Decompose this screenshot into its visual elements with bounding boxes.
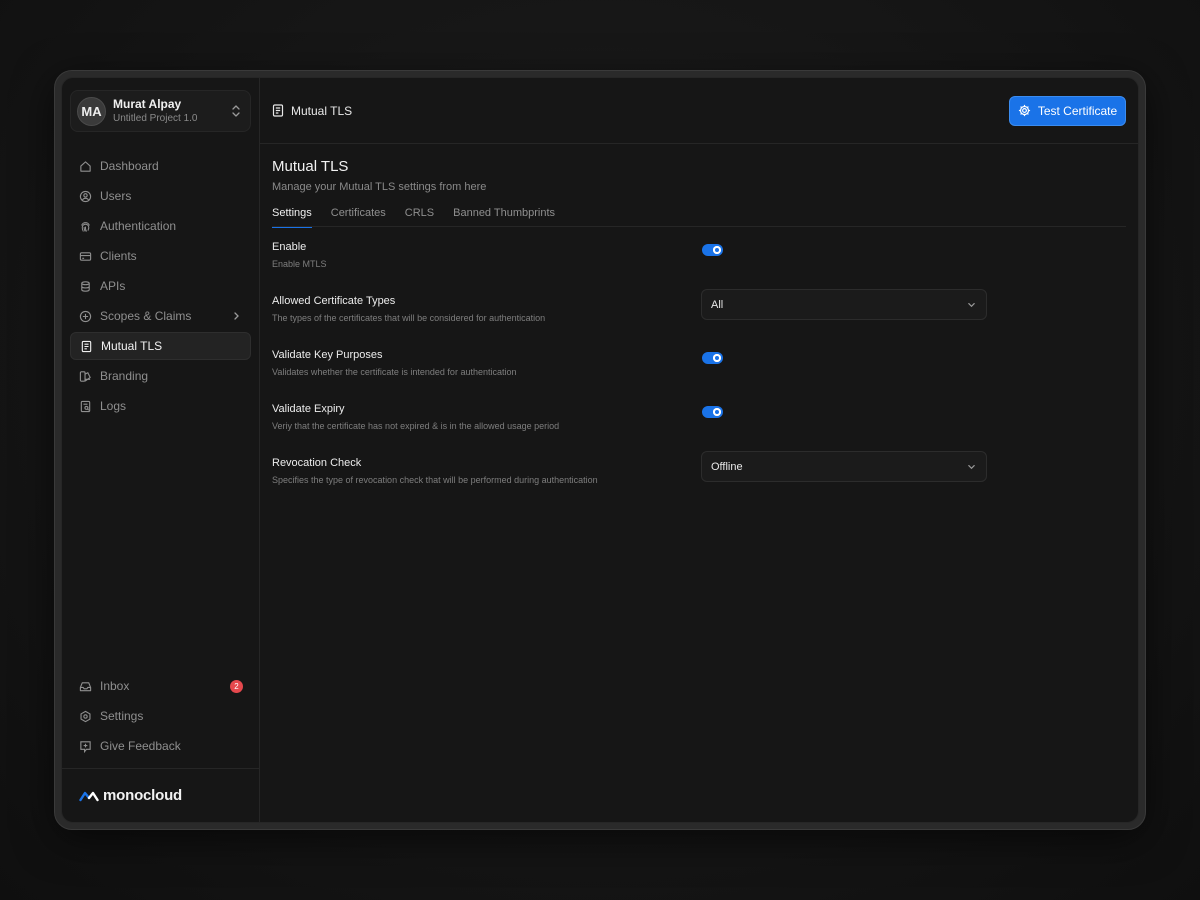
sidebar-item-apis[interactable]: APIs bbox=[70, 272, 251, 300]
sidebar-item-dashboard[interactable]: Dashboard bbox=[70, 152, 251, 180]
sidebar-bottom-nav: Inbox 2 Settings Give Feedback bbox=[70, 672, 251, 762]
sidebar-item-clients[interactable]: Clients bbox=[70, 242, 251, 270]
fingerprint-icon bbox=[81, 221, 90, 232]
card-icon bbox=[79, 251, 92, 261]
sidebar-item-branding[interactable]: Branding bbox=[70, 362, 251, 390]
page-title: Mutual TLS bbox=[272, 158, 349, 175]
sidebar-item-feedback[interactable]: Give Feedback bbox=[70, 732, 251, 760]
user-circle-icon bbox=[79, 190, 92, 202]
page-subtitle: Manage your Mutual TLS settings from her… bbox=[272, 181, 487, 193]
chevron-up-down-icon bbox=[232, 105, 240, 117]
setting-validate-expiry: Validate Expiry Veriy that the certifica… bbox=[272, 403, 1126, 457]
setting-validate-key-purposes: Validate Key Purposes Validates whether … bbox=[272, 349, 1126, 403]
database-icon bbox=[81, 280, 90, 292]
sidebar-item-settings[interactable]: Settings bbox=[70, 702, 251, 730]
tab-crls[interactable]: CRLS bbox=[405, 207, 434, 227]
sidebar-footer: monocloud bbox=[62, 768, 259, 822]
tab-banned-thumbprints[interactable]: Banned Thumbprints bbox=[453, 207, 555, 227]
inbox-icon bbox=[79, 681, 92, 691]
select-value: All bbox=[711, 298, 724, 311]
setting-enable: Enable Enable MTLS bbox=[272, 241, 1126, 295]
sidebar-item-mutual-tls[interactable]: Mutual TLS bbox=[70, 332, 251, 360]
chevron-down-icon bbox=[968, 303, 975, 308]
sidebar-item-label: Mutual TLS bbox=[101, 339, 163, 353]
test-certificate-label: Test Certificate bbox=[1037, 103, 1118, 118]
monocloud-logo-icon bbox=[79, 791, 99, 801]
sidebar-item-inbox[interactable]: Inbox 2 bbox=[70, 672, 251, 700]
breadcrumb: Mutual TLS bbox=[272, 104, 352, 118]
sidebar-item-label: Branding bbox=[100, 369, 149, 383]
setting-revocation-check: Revocation Check Specifies the type of r… bbox=[272, 451, 1126, 511]
project-name: Untitled Project 1.0 bbox=[113, 113, 198, 125]
settings-panel: Mutual TLS Manage your Mutual TLS settin… bbox=[260, 144, 1138, 511]
setting-description: Specifies the type of revocation check t… bbox=[272, 475, 598, 485]
home-icon bbox=[80, 160, 91, 172]
setting-description: Enable MTLS bbox=[272, 259, 327, 269]
inbox-count-badge: 2 bbox=[230, 679, 243, 693]
device-frame: MA Murat Alpay Untitled Project 1.0 Dash… bbox=[54, 70, 1146, 830]
main-content: Mutual TLS Test Certificate Mutual TLS M… bbox=[260, 78, 1138, 822]
feedback-icon bbox=[80, 740, 91, 753]
sidebar-item-label: Clients bbox=[100, 249, 137, 263]
document-icon bbox=[272, 104, 284, 117]
logs-icon bbox=[80, 400, 91, 412]
app-window: MA Murat Alpay Untitled Project 1.0 Dash… bbox=[61, 77, 1139, 823]
sidebar-item-label: Dashboard bbox=[100, 159, 159, 173]
sidebar-item-users[interactable]: Users bbox=[70, 182, 251, 210]
setting-label: Validate Key Purposes bbox=[272, 349, 383, 361]
tab-certificates[interactable]: Certificates bbox=[331, 207, 386, 227]
user-name: Murat Alpay bbox=[113, 96, 182, 111]
validate-key-purposes-toggle[interactable] bbox=[702, 352, 723, 364]
setting-allowed-certificate-types: Allowed Certificate Types The types of t… bbox=[272, 289, 1126, 349]
revocation-check-select[interactable]: Offline bbox=[701, 451, 987, 482]
test-certificate-button[interactable]: Test Certificate bbox=[1009, 95, 1126, 126]
validate-expiry-toggle[interactable] bbox=[702, 406, 723, 418]
setting-label: Enable bbox=[272, 241, 307, 253]
sidebar-item-label: Scopes & Claims bbox=[100, 309, 192, 323]
avatar: MA bbox=[77, 96, 106, 126]
setting-label: Revocation Check bbox=[272, 457, 362, 469]
sidebar-item-label: Inbox bbox=[100, 679, 130, 693]
gear-icon bbox=[1018, 104, 1030, 117]
sidebar-item-logs[interactable]: Logs bbox=[70, 392, 251, 420]
tabs: Settings Certificates CRLS Banned Thumbp… bbox=[272, 207, 1126, 228]
sidebar-item-label: Users bbox=[100, 189, 132, 203]
certificate-types-select[interactable]: All bbox=[701, 289, 987, 320]
setting-description: The types of the certificates that will … bbox=[272, 313, 546, 323]
settings-list: Enable Enable MTLS Allowed Certificate T… bbox=[272, 241, 1126, 511]
setting-description: Veriy that the certificate has not expir… bbox=[272, 421, 560, 431]
topbar: Mutual TLS Test Certificate bbox=[260, 78, 1138, 144]
setting-label: Allowed Certificate Types bbox=[272, 295, 396, 307]
sidebar-item-label: Settings bbox=[100, 709, 144, 723]
topbar-title: Mutual TLS bbox=[291, 103, 353, 118]
chevron-down-icon bbox=[968, 465, 975, 470]
sidebar: MA Murat Alpay Untitled Project 1.0 Dash… bbox=[62, 78, 260, 822]
sidebar-nav: Dashboard Users Authentication Clients A… bbox=[62, 152, 259, 422]
sidebar-item-label: APIs bbox=[100, 279, 126, 293]
enable-mtls-toggle[interactable] bbox=[702, 244, 723, 256]
palette-icon bbox=[79, 370, 91, 382]
sidebar-item-label: Logs bbox=[100, 399, 127, 413]
gear-icon bbox=[80, 710, 91, 722]
chevron-right-icon bbox=[234, 312, 239, 320]
brand-name: monocloud bbox=[103, 787, 183, 804]
sidebar-item-authentication[interactable]: Authentication bbox=[70, 212, 251, 240]
sidebar-item-label: Give Feedback bbox=[100, 739, 181, 753]
document-icon bbox=[81, 340, 92, 352]
sidebar-item-label: Authentication bbox=[100, 219, 177, 233]
tab-settings[interactable]: Settings bbox=[272, 207, 312, 228]
setting-description: Validates whether the certificate is int… bbox=[272, 367, 517, 377]
setting-label: Validate Expiry bbox=[272, 403, 345, 415]
project-switcher[interactable]: MA Murat Alpay Untitled Project 1.0 bbox=[70, 90, 251, 132]
sidebar-item-scopes[interactable]: Scopes & Claims bbox=[70, 302, 251, 330]
select-value: Offline bbox=[711, 460, 743, 473]
scopes-icon bbox=[79, 310, 92, 322]
